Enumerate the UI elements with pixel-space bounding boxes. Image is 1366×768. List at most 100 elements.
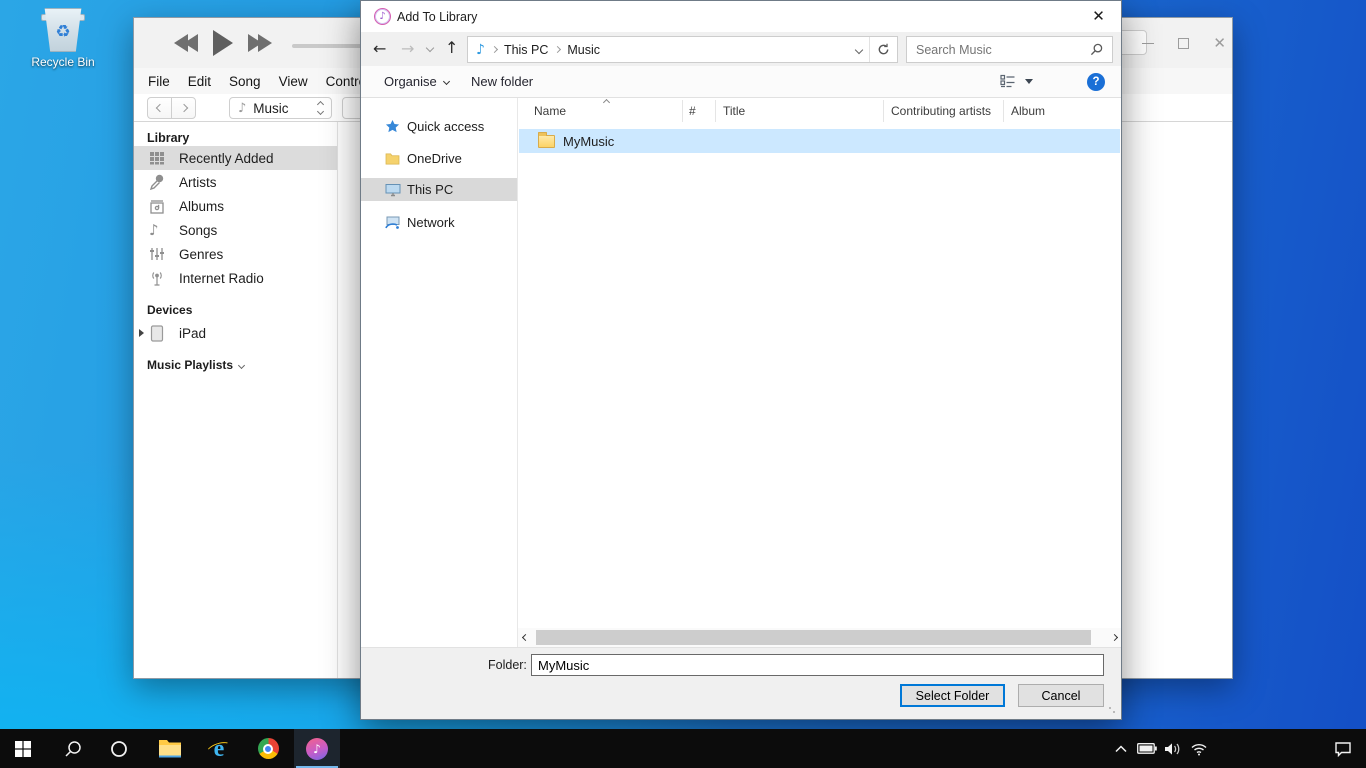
microphone-icon bbox=[149, 174, 179, 190]
new-folder-button[interactable]: New folder bbox=[471, 74, 533, 89]
dialog-title: Add To Library bbox=[397, 10, 477, 24]
file-name: MyMusic bbox=[563, 134, 614, 149]
sidebar-item-ipad[interactable]: iPad bbox=[134, 321, 337, 345]
sidebar-item-genres[interactable]: Genres bbox=[134, 242, 337, 266]
sidebar-item-quick-access[interactable]: Quick access bbox=[361, 115, 517, 138]
search-box[interactable] bbox=[906, 36, 1113, 63]
sidebar-item-recently-added[interactable]: Recently Added bbox=[134, 146, 337, 170]
expand-arrow-icon[interactable] bbox=[139, 329, 144, 337]
sidebar-item-network[interactable]: Network bbox=[361, 211, 517, 234]
view-dropdown-icon bbox=[1025, 79, 1033, 84]
library-header: Library bbox=[147, 131, 189, 145]
sidebar-item-internet-radio[interactable]: Internet Radio bbox=[134, 266, 337, 290]
sidebar-item-label: Songs bbox=[179, 223, 217, 238]
file-row-mymusic[interactable]: MyMusic bbox=[519, 129, 1120, 153]
column-number[interactable]: # bbox=[683, 100, 716, 122]
taskbar: e ♪ bbox=[0, 729, 1366, 768]
internet-explorer-icon: e bbox=[206, 736, 232, 762]
next-track-icon[interactable] bbox=[248, 34, 272, 52]
sidebar-item-label: Recently Added bbox=[179, 151, 274, 166]
minimize-icon[interactable] bbox=[1142, 43, 1154, 44]
battery-icon bbox=[1137, 743, 1157, 754]
menu-edit[interactable]: Edit bbox=[188, 74, 211, 89]
refresh-icon[interactable] bbox=[870, 37, 897, 62]
internet-explorer-button[interactable]: e bbox=[196, 729, 242, 768]
column-headers: Name # Title Contributing artists Album bbox=[518, 98, 1121, 123]
recycle-bin-label: Recycle Bin bbox=[24, 55, 102, 69]
previous-track-icon[interactable] bbox=[174, 34, 198, 52]
sidebar-item-albums[interactable]: Albums bbox=[134, 194, 337, 218]
media-type-picker[interactable]: ♪ Music bbox=[229, 97, 332, 119]
sidebar-item-label: Internet Radio bbox=[179, 271, 264, 286]
column-name[interactable]: Name bbox=[518, 100, 683, 122]
scroll-left-icon[interactable] bbox=[518, 635, 532, 640]
file-explorer-button[interactable] bbox=[147, 729, 193, 768]
select-folder-button[interactable]: Select Folder bbox=[900, 684, 1005, 707]
wifi-icon bbox=[1190, 742, 1208, 756]
start-button[interactable] bbox=[0, 729, 46, 768]
forward-icon[interactable]: → bbox=[401, 41, 414, 57]
address-dropdown-icon[interactable] bbox=[849, 37, 869, 62]
recent-locations-icon[interactable] bbox=[426, 44, 434, 52]
music-playlists-header[interactable]: Music Playlists bbox=[147, 358, 244, 372]
breadcrumb-this-pc[interactable]: This PC bbox=[497, 37, 555, 62]
chrome-button[interactable] bbox=[245, 729, 291, 768]
hidden-icons-button[interactable] bbox=[1108, 729, 1134, 768]
close-icon[interactable]: ✕ bbox=[1213, 36, 1226, 51]
action-center-button[interactable] bbox=[1330, 729, 1356, 768]
column-contributing-artists[interactable]: Contributing artists bbox=[884, 100, 1004, 122]
dialog-close-icon[interactable]: ✕ bbox=[1076, 1, 1121, 31]
itunes-taskbar-button[interactable]: ♪ bbox=[294, 729, 340, 768]
scroll-right-icon[interactable] bbox=[1107, 635, 1121, 640]
breadcrumb-music[interactable]: Music bbox=[560, 37, 607, 62]
help-button[interactable]: ? bbox=[1087, 73, 1105, 91]
wifi-indicator[interactable] bbox=[1186, 729, 1212, 768]
cortana-button[interactable] bbox=[96, 729, 142, 768]
battery-indicator[interactable] bbox=[1134, 729, 1160, 768]
dialog-titlebar[interactable]: ♪ Add To Library ✕ bbox=[361, 1, 1121, 32]
play-icon[interactable] bbox=[213, 30, 233, 61]
search-input[interactable] bbox=[907, 43, 1090, 57]
windows-logo-icon bbox=[15, 741, 31, 757]
sidebar-item-this-pc[interactable]: This PC bbox=[361, 178, 517, 201]
sidebar-item-label: OneDrive bbox=[407, 151, 462, 166]
sidebar-item-songs[interactable]: ♪ Songs bbox=[134, 218, 337, 242]
menu-view[interactable]: View bbox=[279, 74, 308, 89]
search-icon bbox=[64, 740, 82, 758]
menu-song[interactable]: Song bbox=[229, 74, 261, 89]
column-album[interactable]: Album bbox=[1004, 100, 1121, 122]
view-options-button[interactable] bbox=[1000, 74, 1033, 88]
add-to-library-dialog: ♪ Add To Library ✕ ← → ↑ ♪ This PC Music bbox=[360, 0, 1122, 720]
sidebar-item-label: iPad bbox=[179, 326, 206, 341]
up-icon[interactable]: ↑ bbox=[445, 40, 458, 56]
scrollbar-thumb[interactable] bbox=[536, 630, 1091, 645]
itunes-forward-button[interactable] bbox=[171, 97, 196, 119]
resize-grip[interactable] bbox=[1108, 706, 1118, 716]
sidebar-item-label: Quick access bbox=[407, 119, 484, 134]
folder-name-input[interactable] bbox=[531, 654, 1104, 676]
sidebar-item-artists[interactable]: Artists bbox=[134, 170, 337, 194]
column-title[interactable]: Title bbox=[716, 100, 884, 122]
horizontal-scrollbar[interactable] bbox=[518, 628, 1121, 647]
music-note-icon: ♪ bbox=[238, 102, 246, 115]
volume-indicator[interactable] bbox=[1160, 729, 1186, 768]
taskbar-search-button[interactable] bbox=[50, 729, 96, 768]
itunes-icon: ♪ bbox=[306, 738, 328, 760]
dialog-footer: Folder: Select Folder Cancel bbox=[361, 647, 1121, 719]
maximize-icon[interactable] bbox=[1178, 38, 1189, 49]
organise-menu[interactable]: Organise bbox=[384, 74, 449, 89]
tablet-icon bbox=[149, 325, 179, 342]
cancel-button[interactable]: Cancel bbox=[1018, 684, 1104, 707]
onedrive-folder-icon bbox=[385, 152, 407, 165]
recycle-bin-shortcut[interactable]: ♻ Recycle Bin bbox=[24, 8, 102, 69]
address-bar[interactable]: ♪ This PC Music bbox=[467, 36, 898, 63]
menu-file[interactable]: File bbox=[148, 74, 170, 89]
sidebar-item-label: Network bbox=[407, 215, 455, 230]
itunes-sidebar: Library Recently Added Artists Albums ♪ … bbox=[134, 122, 338, 678]
sidebar-item-onedrive[interactable]: OneDrive bbox=[361, 147, 517, 170]
back-icon[interactable]: ← bbox=[373, 41, 386, 57]
cortana-circle-icon bbox=[110, 740, 128, 758]
itunes-back-button[interactable] bbox=[147, 97, 172, 119]
folder-label: Folder: bbox=[488, 658, 526, 672]
song-note-icon: ♪ bbox=[149, 223, 179, 238]
